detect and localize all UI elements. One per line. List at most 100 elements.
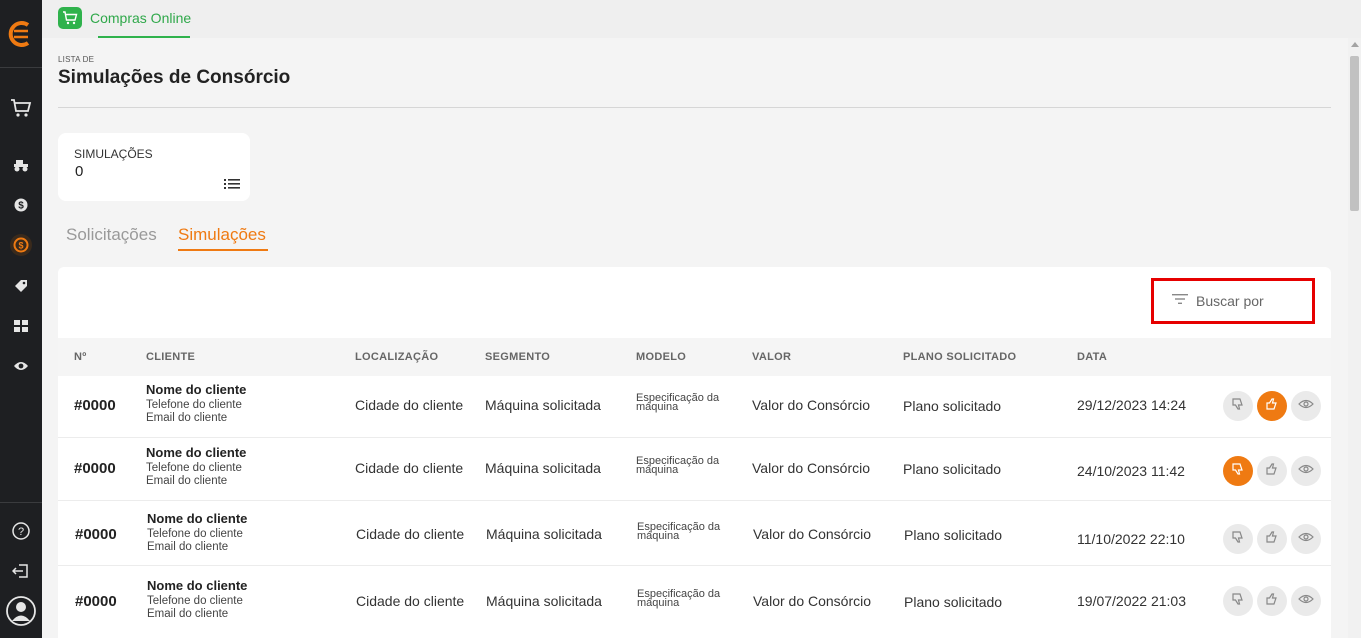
col-header-num: Nº: [74, 351, 87, 363]
client-phone: Telefone do cliente: [146, 399, 242, 411]
col-header-date: DATA: [1077, 351, 1108, 363]
row-number: #0000: [74, 460, 116, 477]
col-header-segment: SEGMENTO: [485, 351, 551, 363]
row-number: #0000: [75, 593, 117, 610]
thumbs-up-icon: [1265, 462, 1279, 481]
user-icon[interactable]: [0, 595, 42, 627]
model-spec-line2: máquina: [637, 597, 680, 609]
search-filter-button[interactable]: Buscar por: [1151, 278, 1315, 324]
grid-icon[interactable]: [0, 318, 42, 334]
client-name: Nome do cliente: [146, 382, 247, 397]
approve-button[interactable]: [1257, 586, 1287, 616]
scrollbar-thumb[interactable]: [1350, 56, 1359, 211]
approve-button[interactable]: [1257, 391, 1287, 421]
vertical-scrollbar[interactable]: [1348, 38, 1361, 638]
thumbs-down-icon: [1231, 530, 1245, 549]
thumbs-down-icon: [1231, 592, 1245, 611]
filter-icon: [1172, 292, 1188, 310]
segment: Máquina solicitada: [485, 460, 601, 476]
client-email: Email do cliente: [146, 412, 228, 424]
consortium-icon[interactable]: $: [0, 233, 42, 257]
client-phone: Telefone do cliente: [147, 595, 243, 607]
model-spec-line2: máquina: [636, 401, 679, 413]
reject-button[interactable]: [1223, 524, 1253, 554]
title-divider: [58, 107, 1331, 108]
stat-value: 0: [75, 163, 84, 180]
client-phone: Telefone do cliente: [146, 462, 242, 474]
table-row[interactable]: #0000 Nome do cliente Telefone do client…: [58, 376, 1331, 438]
svg-text:$: $: [18, 201, 24, 212]
table-header: Nº CLIENTE LOCALIZAÇÃO SEGMENTO MODELO V…: [58, 338, 1331, 376]
consortium-value: Valor do Consórcio: [752, 397, 871, 413]
thumbs-down-icon: [1231, 397, 1245, 416]
client-name: Nome do cliente: [147, 578, 248, 593]
request-date: 29/12/2023 14:24: [1077, 397, 1186, 413]
scroll-up-icon[interactable]: [1351, 42, 1359, 47]
list-icon[interactable]: [224, 177, 240, 195]
cart-icon[interactable]: [0, 96, 42, 120]
client-location: Cidade do cliente: [356, 593, 465, 609]
model-spec-line2: máquina: [637, 530, 680, 542]
active-tab-underline: [178, 249, 268, 251]
stat-label: SIMULAÇÕES: [74, 147, 153, 161]
col-header-client: CLIENTE: [146, 351, 196, 363]
requested-plan: Plano solicitado: [904, 594, 1003, 610]
consortium-value: Valor do Consórcio: [753, 526, 872, 542]
svg-text:?: ?: [18, 526, 24, 538]
segment: Máquina solicitada: [486, 593, 602, 609]
approve-button[interactable]: [1257, 524, 1287, 554]
model-spec-line2: máquina: [636, 464, 679, 476]
view-button[interactable]: [1291, 391, 1321, 421]
tab-solicitacoes[interactable]: Solicitações: [66, 225, 157, 245]
tractor-icon[interactable]: [0, 157, 42, 173]
col-header-location: LOCALIZAÇÃO: [355, 351, 439, 363]
col-header-plan: PLANO SOLICITADO: [903, 351, 1017, 363]
view-button[interactable]: [1291, 524, 1321, 554]
col-header-model: MODELO: [636, 351, 687, 363]
segment: Máquina solicitada: [485, 397, 601, 413]
tab-simulacoes[interactable]: Simulações: [178, 225, 266, 245]
logout-icon[interactable]: [0, 562, 42, 580]
search-filter-label: Buscar por: [1196, 293, 1264, 309]
svg-text:$: $: [18, 241, 23, 251]
page-title: Simulações de Consórcio: [58, 67, 291, 88]
eye-icon[interactable]: [0, 358, 42, 374]
client-email: Email do cliente: [146, 475, 228, 487]
reject-button[interactable]: [1223, 586, 1253, 616]
requested-plan: Plano solicitado: [903, 398, 1002, 414]
shopping-cart-icon: [58, 7, 82, 29]
client-email: Email do cliente: [147, 608, 229, 620]
row-number: #0000: [75, 526, 117, 543]
brand-logo[interactable]: [0, 0, 42, 68]
thumbs-down-icon: [1231, 462, 1245, 481]
client-location: Cidade do cliente: [355, 397, 464, 413]
top-bar: Compras Online: [42, 0, 1361, 38]
app-tab-label[interactable]: Compras Online: [90, 10, 191, 26]
view-button[interactable]: [1291, 586, 1321, 616]
approve-button[interactable]: [1257, 456, 1287, 486]
dollar-icon[interactable]: $: [0, 197, 42, 213]
consortium-value: Valor do Consórcio: [753, 593, 872, 609]
simulations-stat-card: SIMULAÇÕES 0: [58, 133, 250, 201]
sidebar-divider: [0, 502, 42, 503]
thumbs-up-icon: [1265, 592, 1279, 611]
main-content: LISTA DE Simulações de Consórcio SIMULAÇ…: [42, 38, 1348, 638]
reject-button[interactable]: [1223, 456, 1253, 486]
requested-plan: Plano solicitado: [904, 527, 1003, 543]
table-row[interactable]: #0000 Nome do cliente Telefone do client…: [58, 439, 1331, 501]
eye-icon: [1298, 530, 1314, 548]
client-name: Nome do cliente: [146, 445, 247, 460]
view-button[interactable]: [1291, 456, 1321, 486]
requested-plan: Plano solicitado: [903, 461, 1002, 477]
thumbs-up-icon: [1265, 397, 1279, 416]
request-date: 24/10/2023 11:42: [1077, 463, 1185, 479]
table-row[interactable]: #0000 Nome do cliente Telefone do client…: [58, 567, 1331, 633]
client-location: Cidade do cliente: [356, 526, 465, 542]
request-date: 11/10/2022 22:10: [1077, 531, 1185, 547]
table-row[interactable]: #0000 Nome do cliente Telefone do client…: [58, 502, 1331, 566]
consortium-value: Valor do Consórcio: [752, 460, 871, 476]
tag-icon[interactable]: [0, 278, 42, 294]
help-icon[interactable]: ?: [0, 521, 42, 541]
thumbs-up-icon: [1265, 530, 1279, 549]
reject-button[interactable]: [1223, 391, 1253, 421]
